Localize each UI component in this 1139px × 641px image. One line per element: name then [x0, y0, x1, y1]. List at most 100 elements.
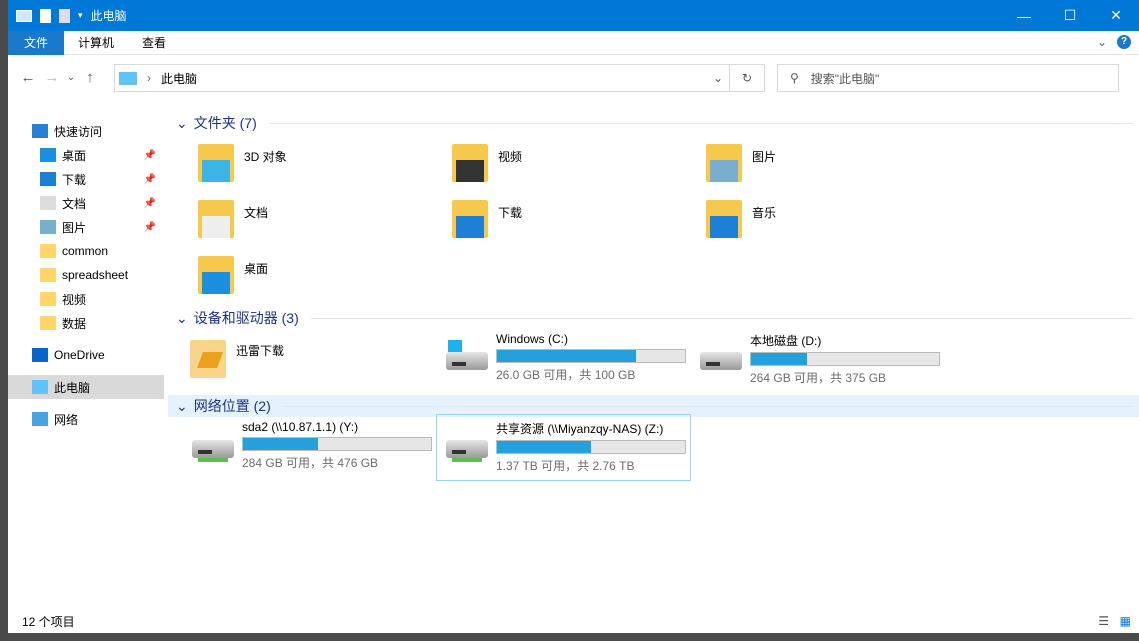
- network-drive-icon: [444, 428, 490, 464]
- item-label: 下载: [498, 204, 522, 240]
- desktop-icon: [40, 148, 56, 162]
- drive-space-text: 264 GB 可用，共 375 GB: [750, 369, 940, 386]
- picture-icon: [710, 160, 738, 182]
- sidebar-item-label: OneDrive: [54, 348, 105, 362]
- chevron-down-icon: ⌄: [176, 115, 188, 132]
- item-label: 视频: [498, 148, 522, 184]
- sidebar-item[interactable]: OneDrive: [8, 343, 164, 367]
- item-label: 图片: [752, 148, 776, 184]
- drive-usage-bar: [496, 349, 686, 363]
- pin-icon[interactable]: 📌: [144, 198, 156, 209]
- sidebar-item-label: 下载: [62, 171, 86, 188]
- ribbon: 文件 计算机 查看 ⌄?: [8, 31, 1139, 55]
- window-title: 此电脑: [91, 7, 127, 24]
- chevron-down-icon[interactable]: ▾: [78, 10, 83, 21]
- recent-locations-button[interactable]: ⌄: [64, 72, 78, 83]
- folder-item[interactable]: 3D 对象: [194, 140, 287, 184]
- search-input[interactable]: ⚲搜索"此电脑": [777, 64, 1119, 92]
- chevron-down-icon[interactable]: ⌄: [713, 71, 723, 85]
- help-icon[interactable]: ?: [1117, 35, 1131, 49]
- sidebar-item[interactable]: 数据: [8, 311, 164, 335]
- sidebar-item-label: 桌面: [62, 147, 86, 164]
- sidebar-item[interactable]: 快速访问: [8, 119, 164, 143]
- group-title: 文件夹 (7): [194, 113, 257, 133]
- search-placeholder: 搜索"此电脑": [811, 70, 880, 87]
- sidebar-item[interactable]: 下载 📌: [8, 167, 164, 191]
- folder-icon: [194, 196, 238, 240]
- pin-icon[interactable]: 📌: [144, 174, 156, 185]
- sidebar-item-label: common: [62, 244, 108, 258]
- music-note-icon: [710, 216, 738, 238]
- details-view-icon[interactable]: ☰: [1098, 614, 1109, 628]
- sidebar-item[interactable]: 文档📌: [8, 191, 164, 215]
- document-icon: [202, 216, 230, 238]
- large-icons-view-icon[interactable]: ▦: [1120, 614, 1131, 628]
- item-count: 12 个项目: [22, 613, 75, 630]
- sidebar-item[interactable]: common: [8, 239, 164, 263]
- group-header-devices[interactable]: ⌄设备和驱动器 (3): [168, 307, 1139, 329]
- folder-item[interactable]: 音乐: [702, 196, 776, 240]
- item-label: 音乐: [752, 204, 776, 240]
- drive-item[interactable]: 本地磁盘 (D:) 264 GB 可用，共 375 GB: [694, 330, 944, 388]
- computer-icon: [16, 10, 32, 22]
- sidebar-item[interactable]: 网络: [8, 407, 164, 431]
- address-bar[interactable]: › 此电脑 ⌄: [114, 64, 730, 92]
- folder-icon: [40, 268, 56, 282]
- sidebar-item[interactable]: 桌面 📌: [8, 143, 164, 167]
- sidebar-item[interactable]: spreadsheet: [8, 263, 164, 287]
- drive-item[interactable]: sda2 (\\10.87.1.1) (Y:) 284 GB 可用，共 476 G…: [186, 418, 436, 473]
- maximize-button[interactable]: ☐: [1047, 0, 1093, 31]
- back-button[interactable]: ←: [16, 69, 40, 86]
- tab-file[interactable]: 文件: [8, 31, 64, 55]
- drive-usage-bar: [750, 352, 940, 366]
- sidebar-item-label: 快速访问: [54, 123, 102, 140]
- folder-item[interactable]: 桌面: [194, 252, 268, 296]
- item-label: 迅雷下载: [236, 342, 284, 380]
- drive-item[interactable]: 共享资源 (\\Miyanzqy-NAS) (Z:)1.37 TB 可用，共 2…: [436, 414, 691, 481]
- expand-ribbon-icon[interactable]: ⌄: [1097, 35, 1107, 49]
- sidebar-item-label: 视频: [62, 291, 86, 308]
- folder-icon: [702, 196, 746, 240]
- drive-space-text: 284 GB 可用，共 476 GB: [242, 454, 432, 471]
- tab-computer[interactable]: 计算机: [64, 31, 128, 55]
- tab-view[interactable]: 查看: [128, 31, 180, 55]
- close-button[interactable]: ✕: [1093, 0, 1139, 31]
- folder-item[interactable]: 视频: [448, 140, 522, 184]
- folder-icon: [702, 140, 746, 184]
- folder-icon: [448, 140, 492, 184]
- pin-icon[interactable]: 📌: [144, 150, 156, 161]
- app-xunlei-download[interactable]: 迅雷下载: [186, 336, 284, 380]
- folder-item[interactable]: 图片: [702, 140, 776, 184]
- drive-name: 本地磁盘 (D:): [750, 332, 940, 349]
- group-title: 网络位置 (2): [194, 396, 271, 416]
- up-button[interactable]: ↑: [78, 69, 102, 86]
- picture-icon: [40, 220, 56, 234]
- drive-item[interactable]: Windows (C:)26.0 GB 可用，共 100 GB: [440, 330, 690, 385]
- refresh-button[interactable]: ↻: [730, 64, 765, 92]
- navigation-bar: ← → ⌄ ↑ › 此电脑 ⌄ ↻ ⚲搜索"此电脑": [8, 55, 1139, 99]
- sidebar-item[interactable]: 图片📌: [8, 215, 164, 239]
- group-header-folders[interactable]: ⌄ 文件夹 (7): [168, 112, 1139, 134]
- new-folder-icon[interactable]: [59, 9, 70, 23]
- computer-icon: [119, 72, 137, 85]
- windows-drive-icon: [444, 340, 490, 376]
- download-icon: [40, 172, 56, 186]
- folder-item[interactable]: 文档: [194, 196, 268, 240]
- sidebar-item[interactable]: 此电脑: [8, 375, 164, 399]
- drive-name: sda2 (\\10.87.1.1) (Y:): [242, 420, 432, 434]
- xunlei-icon: [186, 336, 230, 380]
- group-title: 设备和驱动器 (3): [194, 308, 299, 328]
- minimize-button[interactable]: —: [1001, 0, 1047, 31]
- drive-usage-bar: [242, 437, 432, 451]
- status-bar: 12 个项目 ☰ ▦: [8, 609, 1139, 633]
- title-bar: ▾ 此电脑 — ☐ ✕: [8, 0, 1139, 31]
- properties-icon[interactable]: [40, 9, 51, 23]
- sidebar-item[interactable]: 视频: [8, 287, 164, 311]
- folder-icon: [40, 292, 56, 306]
- drive-name: Windows (C:): [496, 332, 686, 346]
- forward-button[interactable]: →: [40, 69, 64, 86]
- pin-icon[interactable]: 📌: [144, 222, 156, 233]
- folder-item[interactable]: 下载: [448, 196, 522, 240]
- document-icon: [40, 196, 56, 210]
- folder-icon: [40, 316, 56, 330]
